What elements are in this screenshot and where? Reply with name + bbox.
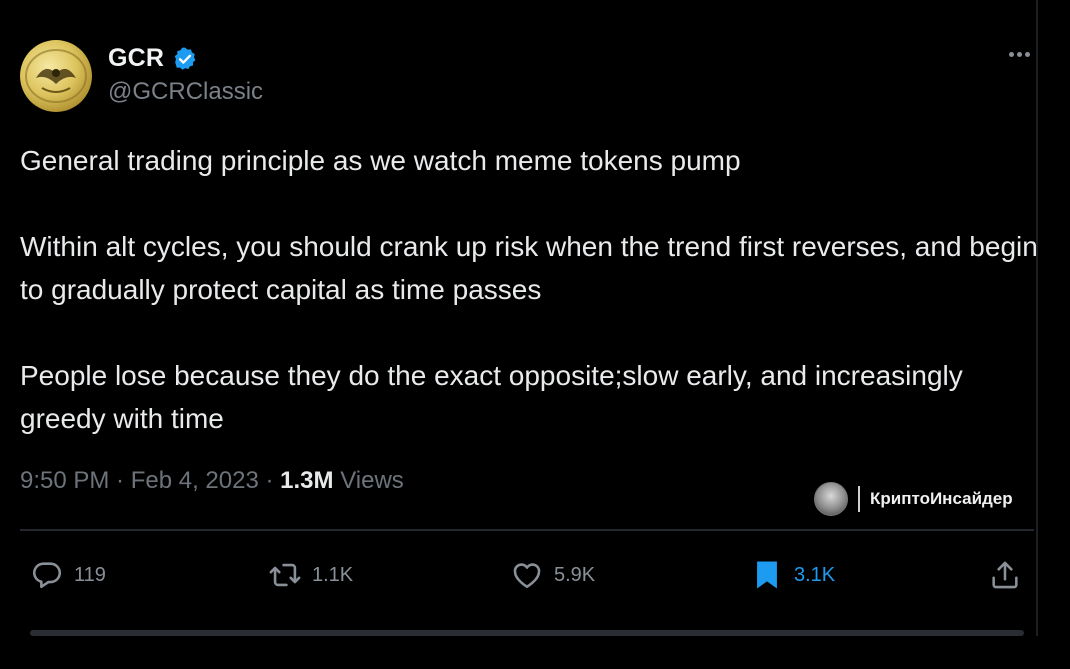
channel-watermark: КриптоИнсайдер xyxy=(814,482,1013,516)
author-avatar[interactable] xyxy=(20,40,92,112)
views-count: 1.3M xyxy=(280,467,334,494)
like-button[interactable]: 5.9K xyxy=(510,555,595,595)
verified-badge-icon xyxy=(174,47,196,70)
tweet-actions-bar: 119 1.1K 5.9K 3.1K xyxy=(0,555,1070,595)
tweet-date[interactable]: Feb 4, 2023 xyxy=(131,467,259,494)
reply-button[interactable]: 119 xyxy=(30,555,106,595)
tweet-text: General trading principle as we watch me… xyxy=(20,139,1040,440)
meta-separator: · xyxy=(258,467,281,494)
more-dot xyxy=(1017,52,1022,57)
share-icon xyxy=(992,561,1018,589)
tweet-paragraph: General trading principle as we watch me… xyxy=(20,145,741,176)
watermark-text: КриптоИнсайдер xyxy=(870,489,1013,508)
tweet-card: GCR @GCRClassic General trading principl… xyxy=(0,0,1070,669)
more-options-icon[interactable] xyxy=(1009,52,1030,57)
reply-icon xyxy=(32,562,62,589)
watermark-logo-icon xyxy=(814,482,848,516)
more-dot xyxy=(1025,52,1030,57)
reply-count: 119 xyxy=(74,563,106,586)
like-count: 5.9K xyxy=(554,563,596,586)
bookmark-icon xyxy=(757,561,777,589)
retweet-button[interactable]: 1.1K xyxy=(268,555,353,595)
watermark-divider xyxy=(858,486,860,512)
tweet-paragraph: People lose because they do the exact op… xyxy=(20,360,963,434)
retweet-icon xyxy=(269,563,301,587)
meta-separator: · xyxy=(109,467,131,494)
tweet-paragraph: Within alt cycles, you should crank up r… xyxy=(20,231,1038,305)
like-icon xyxy=(513,563,541,589)
actions-divider xyxy=(20,529,1034,531)
reply-composer-edge xyxy=(30,630,1024,636)
bookmark-button[interactable]: 3.1K xyxy=(750,555,835,595)
views-label: Views xyxy=(340,467,404,494)
bookmark-count: 3.1K xyxy=(794,563,836,586)
avatar-image xyxy=(25,49,87,103)
author-display-name[interactable]: GCR xyxy=(108,44,164,73)
tweet-metadata: 9:50 PM · Feb 4, 2023 · 1.3M Views xyxy=(20,467,404,495)
retweet-count: 1.1K xyxy=(312,563,354,586)
share-button[interactable] xyxy=(988,555,1022,595)
author-name-row: GCR xyxy=(108,44,198,73)
more-dot xyxy=(1009,52,1014,57)
tweet-time[interactable]: 9:50 PM xyxy=(20,467,109,494)
author-handle[interactable]: @GCRClassic xyxy=(108,78,263,106)
